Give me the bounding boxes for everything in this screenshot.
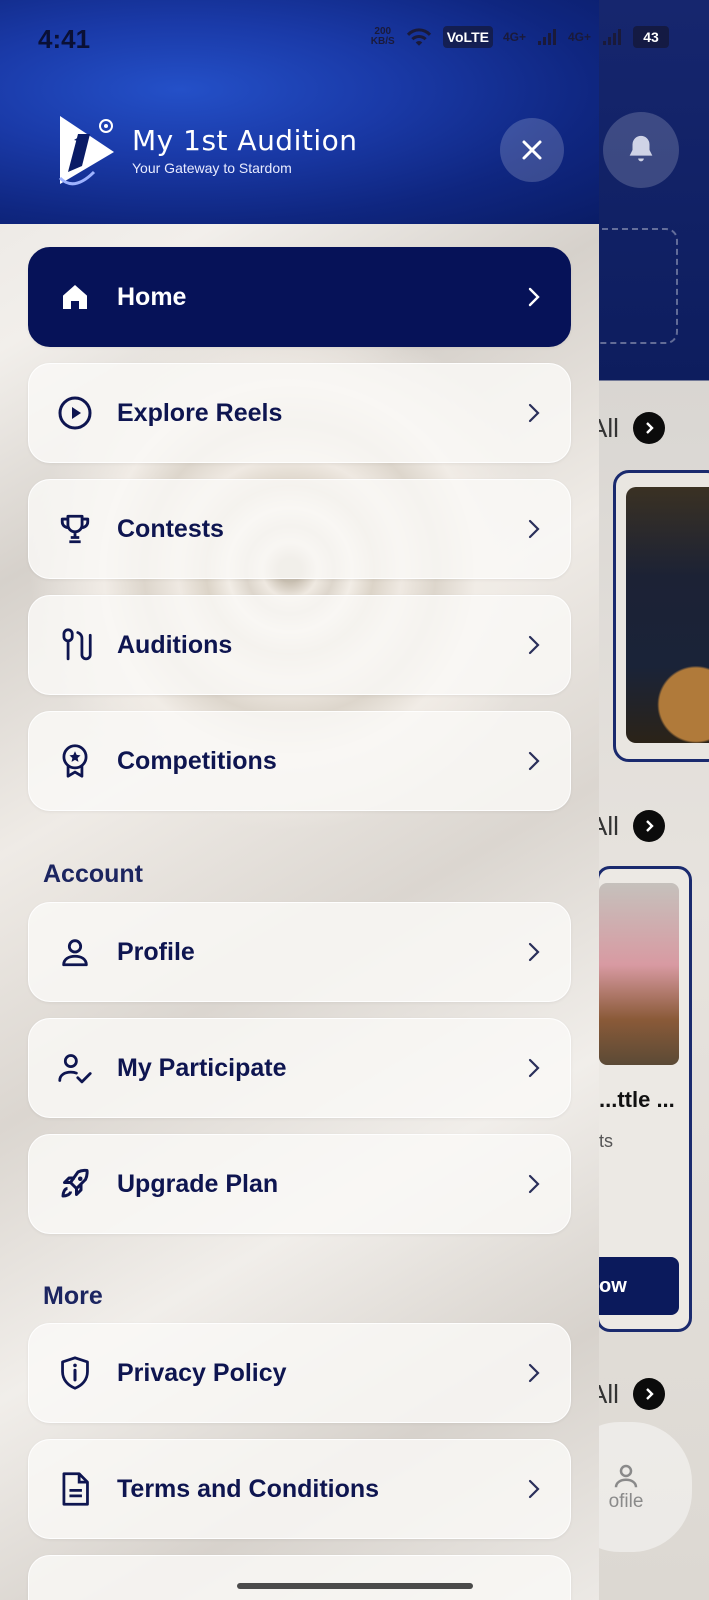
brand-logo-icon: [58, 116, 114, 186]
chevron-right-icon: [524, 401, 544, 425]
brand-tagline: Your Gateway to Stardom: [132, 160, 292, 176]
bell-icon: [629, 135, 653, 162]
menu-item-privacy-policy[interactable]: Privacy Policy: [28, 1323, 571, 1423]
trophy-icon: [55, 509, 95, 549]
chevron-right-icon: [524, 633, 544, 657]
battery-icon: 43: [633, 26, 669, 48]
rocket-icon: [55, 1164, 95, 1204]
award-badge-icon: [55, 741, 95, 781]
chevron-right-icon: [524, 1172, 544, 1196]
brand-name: My 1st Audition: [132, 124, 358, 157]
home-indicator[interactable]: [237, 1583, 473, 1589]
menu-item-competitions[interactable]: Competitions: [28, 711, 571, 811]
menu-item-label: Upgrade Plan: [117, 1169, 279, 1198]
volte-icon: VoLTE: [442, 26, 493, 48]
section-title-more: More: [43, 1282, 103, 1310]
user-icon: [55, 932, 95, 972]
reel-card[interactable]: [613, 470, 709, 762]
contest-action-button[interactable]: ow: [589, 1257, 679, 1315]
play-circle-icon: [55, 393, 95, 433]
chevron-right-icon: [524, 1056, 544, 1080]
home-icon: [55, 277, 95, 317]
menu-item-contests[interactable]: Contests: [28, 479, 571, 579]
menu-item-profile[interactable]: Profile: [28, 902, 571, 1002]
arrow-right-icon: [632, 412, 665, 444]
chevron-right-icon: [524, 1477, 544, 1501]
status-icons: 200 KB/S VoLTE 4G+ 4G+ 43: [371, 26, 669, 48]
menu-item-home[interactable]: Home: [28, 247, 571, 347]
close-drawer-button[interactable]: [500, 118, 564, 182]
menu-item-label: Privacy Policy: [117, 1358, 287, 1387]
arrow-right-icon: [632, 810, 665, 842]
shield-info-icon: [55, 1353, 95, 1393]
document-icon: [55, 1469, 95, 1509]
network-speed: 200 KB/S: [370, 26, 395, 47]
menu-item-label: Contests: [117, 514, 224, 543]
contest-card[interactable]: ...ttle ... ts ow: [589, 866, 692, 1332]
chevron-right-icon: [524, 749, 544, 773]
menu-item-label: Competitions: [117, 746, 277, 775]
close-icon: [522, 140, 542, 160]
menu-item-label: Auditions: [117, 630, 233, 659]
menu-item-label: Terms and Conditions: [117, 1474, 380, 1503]
menu-item-partial[interactable]: [28, 1555, 571, 1600]
menu-item-label: My Participate: [117, 1053, 287, 1082]
contest-subtitle: ts: [599, 1131, 614, 1151]
menu-item-label: Home: [117, 282, 187, 311]
chevron-right-icon: [524, 1361, 544, 1385]
navigation-drawer: My 1st Audition Your Gateway to Stardom …: [0, 0, 599, 1600]
status-time: 4:41: [38, 24, 91, 54]
menu-item-upgrade-plan[interactable]: Upgrade Plan: [28, 1134, 571, 1234]
chevron-right-icon: [524, 285, 544, 309]
view-all-link-3[interactable]: All: [590, 1378, 665, 1410]
view-all-link-1[interactable]: All: [590, 412, 665, 444]
section-title-account: Account: [43, 860, 143, 888]
reel-thumbnail: [626, 487, 709, 743]
menu-item-terms-and-conditions[interactable]: Terms and Conditions: [28, 1439, 571, 1539]
menu-item-my-participate[interactable]: My Participate: [28, 1018, 571, 1118]
user-icon: [614, 1464, 638, 1488]
contest-title: ...ttle ...: [599, 1087, 675, 1112]
menu-item-auditions[interactable]: Auditions: [28, 595, 571, 695]
chevron-right-icon: [524, 517, 544, 541]
signal-icon: [537, 29, 556, 45]
contest-thumbnail: [599, 883, 679, 1065]
arrow-right-icon: [632, 1378, 665, 1410]
notification-bell-button[interactable]: [603, 112, 679, 188]
signal-icon: [603, 29, 621, 45]
chevron-right-icon: [524, 940, 544, 964]
user-check-icon: [55, 1048, 95, 1088]
menu-item-label: Profile: [117, 937, 195, 966]
sim2-signal: 4G+: [567, 30, 591, 44]
status-bar: 4:41 200 KB/S VoLTE 4G+ 4G+ 43: [0, 0, 709, 78]
sim1-signal: 4G+: [502, 30, 526, 44]
microphone-icon: [55, 625, 95, 665]
view-all-link-2[interactable]: All: [590, 810, 665, 842]
wifi-icon: [406, 28, 431, 46]
menu-item-label: Explore Reels: [117, 398, 283, 427]
menu-item-explore-reels[interactable]: Explore Reels: [28, 363, 571, 463]
